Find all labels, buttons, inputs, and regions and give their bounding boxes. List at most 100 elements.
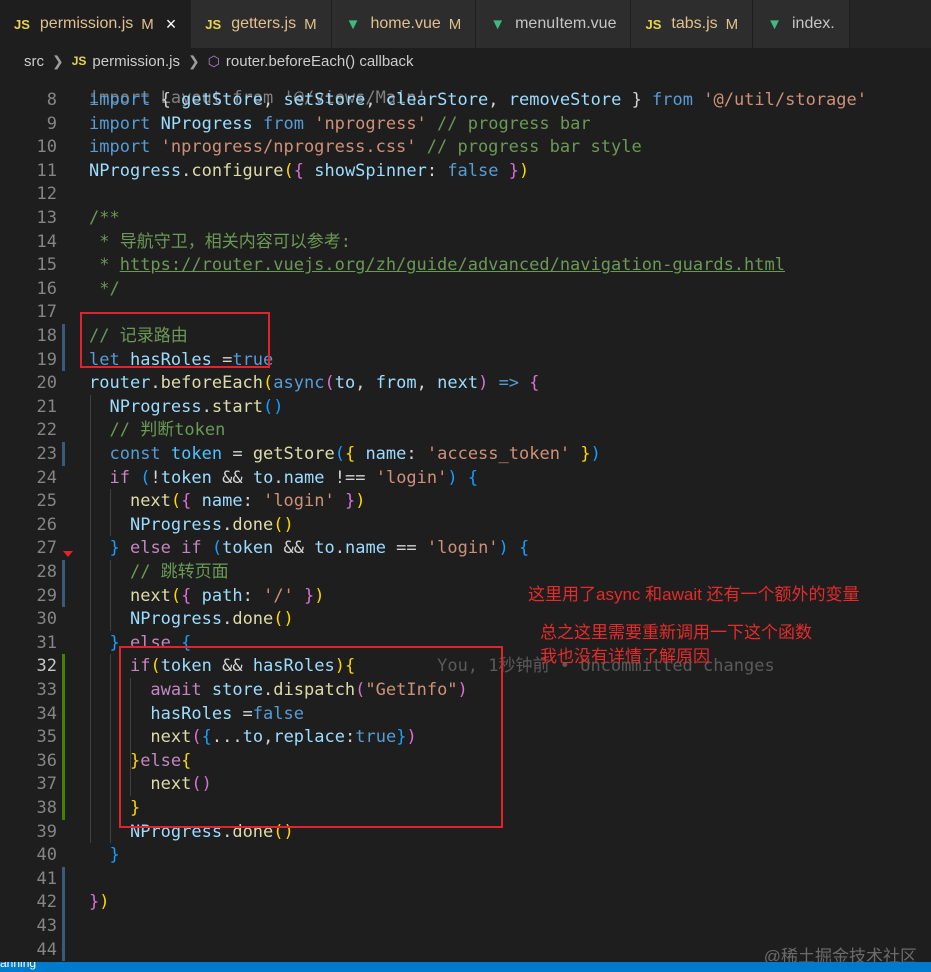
code-line: 22 // 判断token bbox=[0, 418, 931, 442]
code-token: NProgress bbox=[129, 609, 223, 630]
line-number: 16 bbox=[36, 278, 57, 299]
code-editor[interactable]: import Layout from '@/views/Main' 8 impor… bbox=[0, 74, 931, 964]
gutter-change-marker bbox=[62, 560, 65, 608]
code-token: { bbox=[344, 656, 356, 677]
line-number: 40 bbox=[36, 845, 57, 866]
line-number: 27 bbox=[36, 538, 57, 559]
code-token: if bbox=[129, 656, 151, 677]
code-token: NProgress bbox=[160, 113, 264, 134]
code-line: 32 if(token && hasRoles){ You, 1秒钟前 • Un… bbox=[0, 654, 931, 678]
code-token: . bbox=[150, 373, 161, 394]
code-token: () bbox=[273, 514, 294, 535]
tab-4[interactable]: JS tabs.js M bbox=[631, 0, 754, 48]
line-number: 20 bbox=[36, 373, 57, 394]
code-token: configure bbox=[191, 160, 284, 181]
line-number: 19 bbox=[36, 349, 57, 370]
close-icon[interactable]: × bbox=[166, 14, 177, 35]
code-token: 'nprogress/nprogress.css' bbox=[160, 137, 427, 158]
code-token: NProgress bbox=[109, 396, 202, 417]
code-token: done bbox=[232, 821, 274, 842]
code-token: next bbox=[129, 585, 171, 606]
line-number: 44 bbox=[36, 939, 57, 960]
code-text: }) bbox=[89, 890, 110, 914]
code-token: from bbox=[375, 373, 417, 394]
code-token: /** bbox=[89, 208, 120, 228]
tab-0[interactable]: JS permission.js M × bbox=[0, 0, 192, 48]
breadcrumb-root[interactable]: src bbox=[24, 53, 44, 70]
code-text: }else{ bbox=[89, 749, 191, 773]
code-line: 14 * 导航守卫，相关内容可以参考: bbox=[0, 230, 931, 254]
line-number: 36 bbox=[36, 750, 57, 771]
code-token: { bbox=[467, 467, 479, 488]
breadcrumb-file[interactable]: permission.js bbox=[92, 53, 180, 70]
code-line: 23 const token = getStore({ name: 'acces… bbox=[0, 442, 931, 466]
line-number: 38 bbox=[36, 798, 57, 818]
code-line: 11 NProgress.configure({ showSpinner: fal… bbox=[0, 159, 931, 183]
tab-5[interactable]: ▼ index. bbox=[753, 0, 850, 48]
function-symbol-icon: ⬡ bbox=[207, 52, 220, 69]
vue-file-icon: ▼ bbox=[767, 15, 782, 33]
code-token: done bbox=[232, 609, 274, 630]
code-token: && bbox=[222, 656, 253, 677]
code-token: hasRoles bbox=[150, 703, 243, 724]
code-text: } else { bbox=[89, 631, 191, 655]
code-token: hasRoles bbox=[129, 349, 223, 370]
code-token: : bbox=[426, 160, 448, 181]
code-token: '/' bbox=[263, 585, 305, 606]
tab-2[interactable]: ▼ home.vue M bbox=[331, 0, 477, 48]
code-token: 'access_token' bbox=[426, 444, 581, 464]
code-token: { bbox=[181, 632, 192, 653]
code-token: : bbox=[242, 491, 264, 512]
indent-guide bbox=[130, 678, 131, 796]
code-token: ) bbox=[447, 467, 468, 488]
code-line: 15 * https://router.vuejs.org/zh/guide/a… bbox=[0, 253, 931, 277]
breadcrumb-symbol[interactable]: router.beforeEach() callback bbox=[226, 53, 414, 70]
code-text: next({ path: '/' }) bbox=[89, 584, 325, 608]
code-token: ( bbox=[334, 444, 345, 464]
code-token: "GetInfo" bbox=[365, 680, 458, 700]
code-token: else bbox=[140, 750, 182, 771]
code-token: () bbox=[191, 774, 212, 795]
code-token: // 记录路由 bbox=[89, 326, 188, 346]
line-number: 17 bbox=[36, 302, 57, 323]
code-token: else bbox=[129, 632, 182, 653]
code-token: } bbox=[508, 160, 519, 181]
code-token: token bbox=[222, 538, 284, 559]
line-number: 14 bbox=[36, 231, 57, 252]
code-line: 9 import NProgress from 'nprogress' // pr… bbox=[0, 112, 931, 136]
code-token: = bbox=[222, 349, 233, 370]
code-line: 8 import { getStore, setStore, clearStore… bbox=[0, 88, 931, 112]
code-text: NProgress.done() bbox=[89, 820, 294, 844]
code-text: let hasRoles =true bbox=[89, 348, 273, 372]
code-token: to bbox=[252, 467, 274, 488]
code-text: */ bbox=[89, 277, 119, 301]
tab-1[interactable]: JS getters.js M bbox=[191, 0, 332, 48]
tab-3[interactable]: ▼ menuItem.vue bbox=[476, 0, 632, 48]
code-token: => bbox=[488, 373, 530, 394]
code-token: } bbox=[344, 491, 356, 512]
code-line: 10 import 'nprogress/nprogress.css' // pr… bbox=[0, 135, 931, 159]
line-number: 13 bbox=[36, 208, 57, 228]
code-line: 18 // 记录路由 bbox=[0, 324, 931, 348]
vue-file-icon: ▼ bbox=[345, 15, 361, 33]
chevron-right-icon: ❯ bbox=[52, 52, 64, 69]
js-file-icon: JS bbox=[14, 16, 30, 32]
line-number: 12 bbox=[36, 184, 57, 205]
indent-guide bbox=[110, 489, 111, 537]
code-token: router bbox=[89, 373, 151, 394]
code-text: const token = getStore({ name: 'access_t… bbox=[89, 442, 600, 466]
indent-guide bbox=[110, 560, 111, 631]
code-token: . bbox=[334, 538, 345, 559]
code-token: name bbox=[344, 538, 397, 559]
line-number: 42 bbox=[36, 892, 57, 913]
code-token: ( bbox=[355, 680, 366, 700]
code-token: true bbox=[355, 727, 397, 748]
gutter-change-marker bbox=[62, 654, 65, 820]
code-token: ( bbox=[140, 467, 151, 488]
code-token: : bbox=[242, 585, 264, 606]
code-token: name bbox=[283, 467, 335, 488]
